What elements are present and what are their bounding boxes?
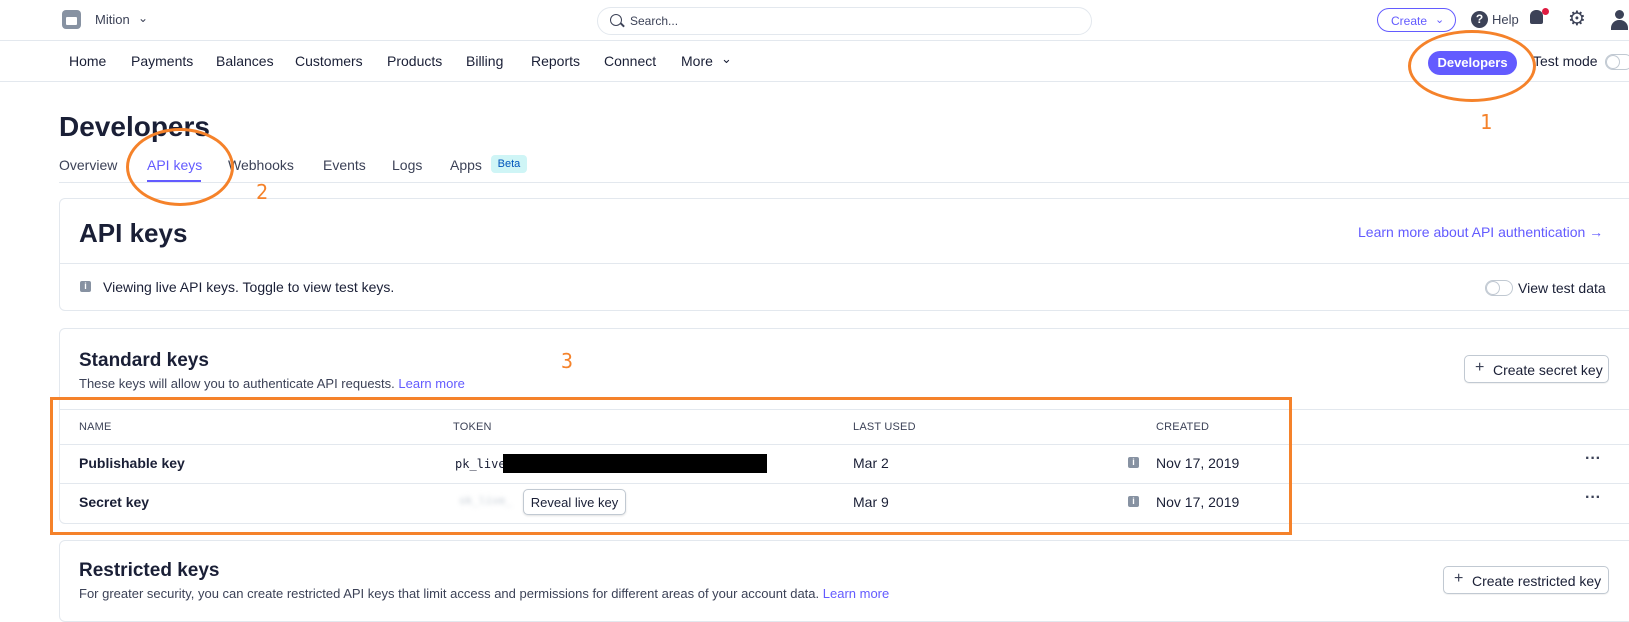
- annotation-number-3: 3: [561, 349, 574, 373]
- plus-icon: +: [1454, 570, 1464, 587]
- top-bar: Mition ⌄ Search... Create ⌄ ? Help ⚙: [0, 0, 1629, 41]
- info-icon: i: [80, 281, 91, 292]
- test-mode-toggle[interactable]: [1605, 54, 1629, 70]
- help-link[interactable]: Help: [1492, 12, 1519, 27]
- nav-payments[interactable]: Payments: [131, 53, 193, 69]
- nav-connect[interactable]: Connect: [604, 53, 656, 69]
- chevron-down-icon: ⌄: [721, 51, 732, 66]
- annotation-circle-api-keys: [126, 128, 234, 206]
- annotation-number-1: 1: [1480, 110, 1493, 134]
- standard-keys-learn-more-link[interactable]: Learn more: [398, 376, 464, 391]
- tabs-divider: [59, 182, 1629, 183]
- view-test-data-toggle[interactable]: [1485, 280, 1513, 296]
- create-restricted-key-button[interactable]: + Create restricted key: [1443, 566, 1609, 594]
- user-icon[interactable]: [1611, 10, 1629, 30]
- account-name[interactable]: Mition: [95, 12, 130, 27]
- create-restricted-key-label: Create restricted key: [1472, 573, 1602, 589]
- annotation-circle-developers: [1408, 30, 1536, 102]
- api-keys-title: API keys: [79, 218, 188, 248]
- nav-customers[interactable]: Customers: [295, 53, 363, 69]
- create-secret-key-button[interactable]: + Create secret key: [1464, 355, 1609, 383]
- restricted-keys-card: [59, 540, 1629, 622]
- plus-icon: +: [1475, 359, 1485, 376]
- tab-events[interactable]: Events: [323, 157, 366, 173]
- bell-icon[interactable]: [1530, 10, 1543, 24]
- search-input[interactable]: Search...: [597, 7, 1092, 35]
- notification-dot: [1542, 8, 1549, 15]
- search-icon: [610, 14, 622, 26]
- nav-products[interactable]: Products: [387, 53, 442, 69]
- search-placeholder: Search...: [630, 14, 679, 28]
- more-options-icon[interactable]: ···: [1585, 450, 1601, 468]
- card-divider: [59, 263, 1629, 264]
- gear-icon[interactable]: ⚙: [1568, 9, 1586, 29]
- restricted-keys-title: Restricted keys: [79, 560, 220, 581]
- annotation-number-2: 2: [256, 180, 269, 204]
- standard-keys-description-text: These keys will allow you to authenticat…: [79, 376, 395, 391]
- view-test-data-label: View test data: [1518, 280, 1606, 296]
- tab-apps[interactable]: Apps: [450, 157, 482, 173]
- create-secret-key-label: Create secret key: [1493, 362, 1603, 378]
- more-options-icon[interactable]: ···: [1585, 489, 1601, 507]
- api-auth-learn-more-link[interactable]: Learn more about API authentication →: [1358, 224, 1603, 240]
- create-button[interactable]: Create ⌄: [1377, 8, 1456, 32]
- chevron-down-icon[interactable]: ⌄: [138, 11, 148, 25]
- restricted-keys-description: For greater security, you can create res…: [79, 586, 889, 601]
- tab-webhooks[interactable]: Webhooks: [228, 157, 294, 173]
- help-icon[interactable]: ?: [1471, 11, 1488, 28]
- store-icon[interactable]: [62, 10, 81, 29]
- annotation-box-standard-keys: [50, 397, 1292, 535]
- nav-balances[interactable]: Balances: [216, 53, 274, 69]
- tab-logs[interactable]: Logs: [392, 157, 422, 173]
- nav-billing[interactable]: Billing: [466, 53, 503, 69]
- standard-keys-description: These keys will allow you to authenticat…: [79, 376, 465, 391]
- restricted-keys-description-text: For greater security, you can create res…: [79, 586, 820, 601]
- nav-more[interactable]: More: [681, 53, 713, 69]
- create-button-label: Create: [1391, 14, 1428, 28]
- restricted-keys-learn-more-link[interactable]: Learn more: [823, 586, 889, 601]
- beta-badge: Beta: [491, 155, 527, 173]
- chevron-down-icon: ⌄: [1435, 14, 1445, 26]
- standard-keys-title: Standard keys: [79, 350, 209, 371]
- test-mode-label: Test mode: [1533, 53, 1598, 69]
- nav-reports[interactable]: Reports: [531, 53, 580, 69]
- live-keys-info-text: Viewing live API keys. Toggle to view te…: [103, 279, 395, 295]
- tab-overview[interactable]: Overview: [59, 157, 117, 173]
- nav-home[interactable]: Home: [69, 53, 106, 69]
